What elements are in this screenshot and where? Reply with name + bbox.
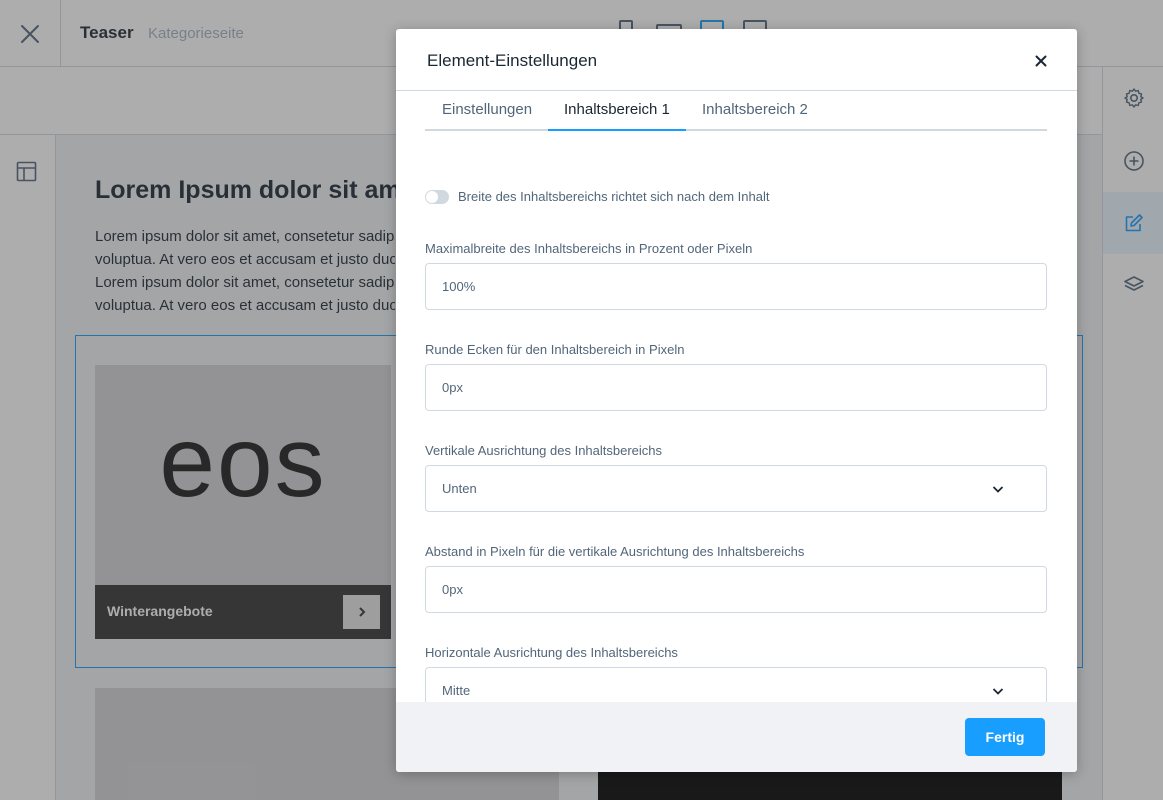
content-width-toggle-label: Breite des Inhaltsbereichs richtet sich … (458, 189, 770, 204)
modal-tabs: Einstellungen Inhaltsbereich 1 Inhaltsbe… (425, 91, 1047, 131)
horizontal-align-label: Horizontale Ausrichtung des Inhaltsberei… (425, 645, 678, 660)
tab-inhaltsbereich-1[interactable]: Inhaltsbereich 1 (564, 91, 670, 131)
border-radius-input[interactable]: 0px (425, 364, 1047, 411)
vertical-offset-label: Abstand in Pixeln für die vertikale Ausr… (425, 544, 805, 559)
close-icon (1035, 55, 1047, 67)
modal-header: Element-Einstellungen (396, 29, 1077, 91)
chevron-down-icon (992, 486, 1004, 493)
modal-close-button[interactable] (1029, 50, 1053, 72)
content-width-toggle[interactable] (425, 190, 449, 204)
toggle-knob (426, 191, 438, 203)
max-width-label: Maximalbreite des Inhaltsbereichs in Pro… (425, 241, 753, 256)
vertical-align-select[interactable]: Unten (425, 465, 1047, 512)
element-settings-modal: Element-Einstellungen Einstellungen Inha… (396, 29, 1077, 772)
modal-title: Element-Einstellungen (427, 51, 598, 70)
tab-einstellungen[interactable]: Einstellungen (442, 91, 532, 131)
vertical-align-label: Vertikale Ausrichtung des Inhaltsbereich… (425, 443, 663, 458)
tab-inhaltsbereich-2[interactable]: Inhaltsbereich 2 (702, 91, 808, 131)
done-button[interactable]: Fertig (965, 718, 1045, 756)
modal-footer: Fertig (396, 702, 1077, 772)
border-radius-label: Runde Ecken für den Inhaltsbereich in Pi… (425, 342, 685, 357)
max-width-input[interactable]: 100% (425, 263, 1047, 310)
vertical-offset-input[interactable]: 0px (425, 566, 1047, 613)
chevron-down-icon (992, 688, 1004, 695)
active-tab-indicator (548, 129, 686, 131)
